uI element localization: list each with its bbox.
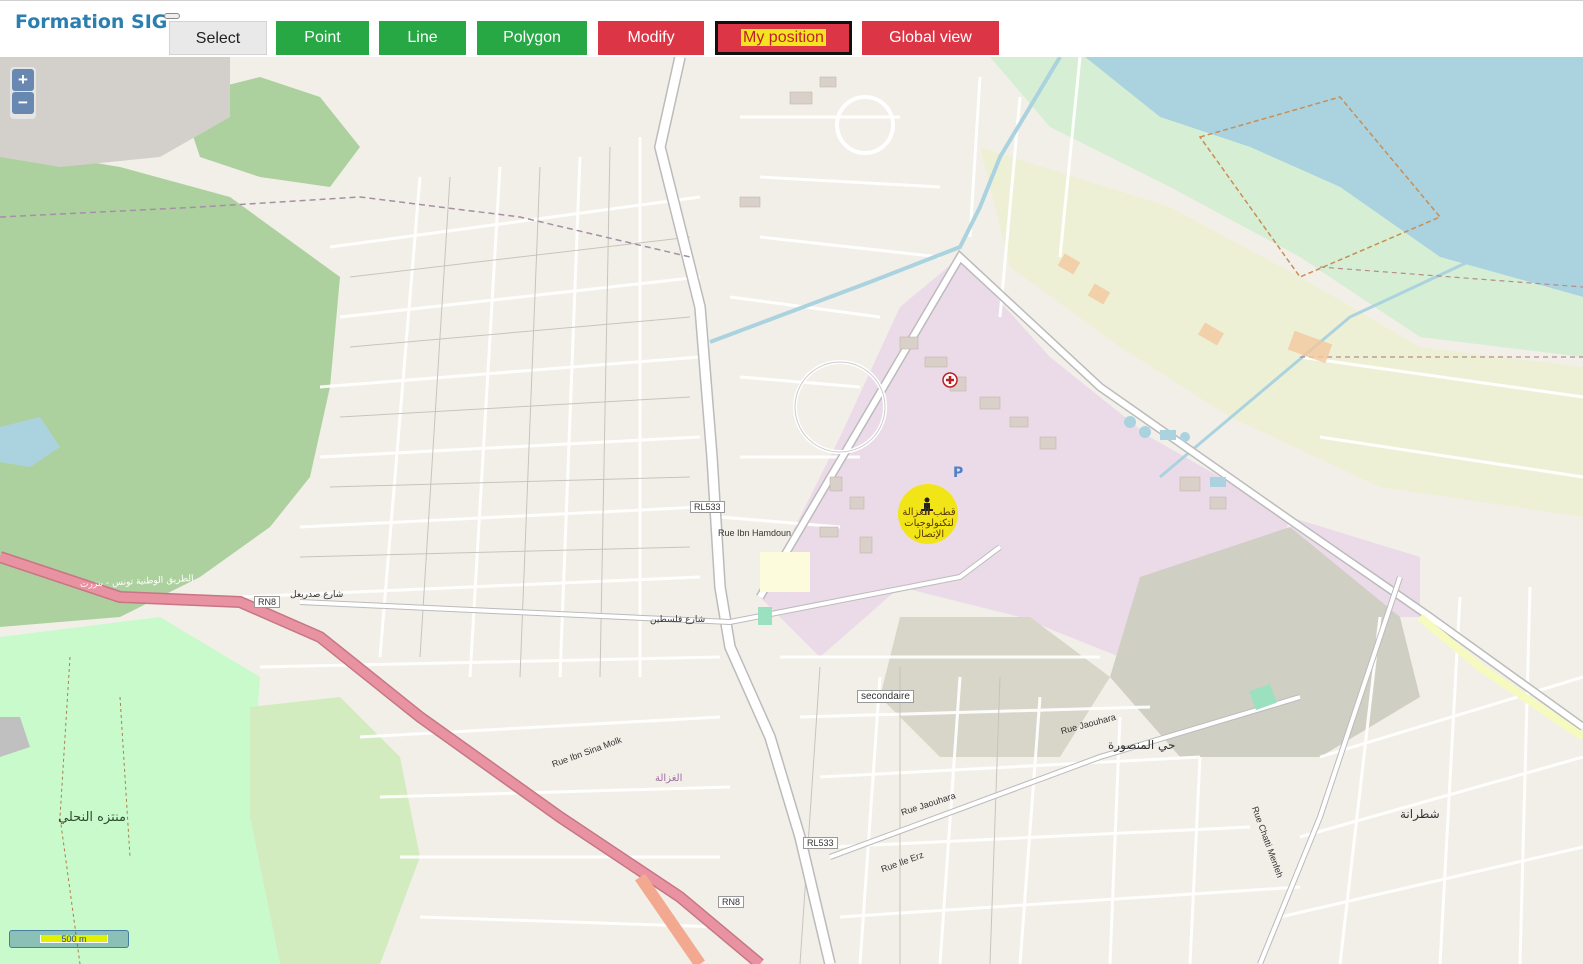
top-toolbar: Formation SIG Select Point Line Polygon … bbox=[0, 0, 1583, 57]
road-label-rl533-bottom: RL533 bbox=[803, 837, 838, 849]
road-label-secondaire: secondaire bbox=[857, 690, 914, 703]
zoom-control: + − bbox=[10, 67, 36, 119]
place-label-park: منتزه النحلي bbox=[58, 810, 126, 825]
modify-button[interactable]: Modify bbox=[598, 21, 704, 55]
parking-marker: P bbox=[953, 465, 963, 481]
collapse-handle[interactable] bbox=[164, 13, 180, 19]
global-view-button[interactable]: Global view bbox=[862, 21, 999, 55]
my-position-label: My position bbox=[741, 29, 826, 46]
zoom-out-button[interactable]: − bbox=[12, 92, 34, 114]
point-button[interactable]: Point bbox=[276, 21, 369, 55]
road-label-rn8-left: RN8 bbox=[254, 596, 281, 608]
place-label-mansoura: حي المنصورة bbox=[1108, 738, 1176, 752]
road-label-rn8-bottom: RN8 bbox=[718, 896, 745, 908]
place-label-chotrana: شطرانة bbox=[1400, 807, 1440, 821]
my-position-button[interactable]: My position bbox=[715, 21, 852, 55]
road-label-palestine: شارع فلسطين bbox=[650, 615, 706, 625]
scale-label: 500 m bbox=[40, 935, 108, 944]
app-title: Formation SIG bbox=[15, 11, 168, 33]
poi-label: قطب الغزالة لتكنولوجيات الإتصال bbox=[902, 507, 956, 540]
road-label-sadrbaal: شارع صدربعل bbox=[290, 590, 344, 600]
line-button[interactable]: Line bbox=[379, 21, 466, 55]
map-tiles[interactable]: P bbox=[0, 57, 1583, 964]
scale-bar: 500 m bbox=[9, 930, 129, 948]
map-canvas[interactable]: P قطب الغزالة لتكنولوجيات الإتصال RL533 … bbox=[0, 57, 1583, 964]
road-label-rl533-top: RL533 bbox=[690, 501, 725, 513]
place-label-ghazala: الغزالة bbox=[655, 773, 683, 784]
road-label-ibn-hamdoun: Rue Ibn Hamdoun bbox=[718, 528, 792, 538]
select-button[interactable]: Select bbox=[169, 21, 267, 55]
zoom-in-button[interactable]: + bbox=[12, 69, 34, 91]
polygon-button[interactable]: Polygon bbox=[477, 21, 587, 55]
